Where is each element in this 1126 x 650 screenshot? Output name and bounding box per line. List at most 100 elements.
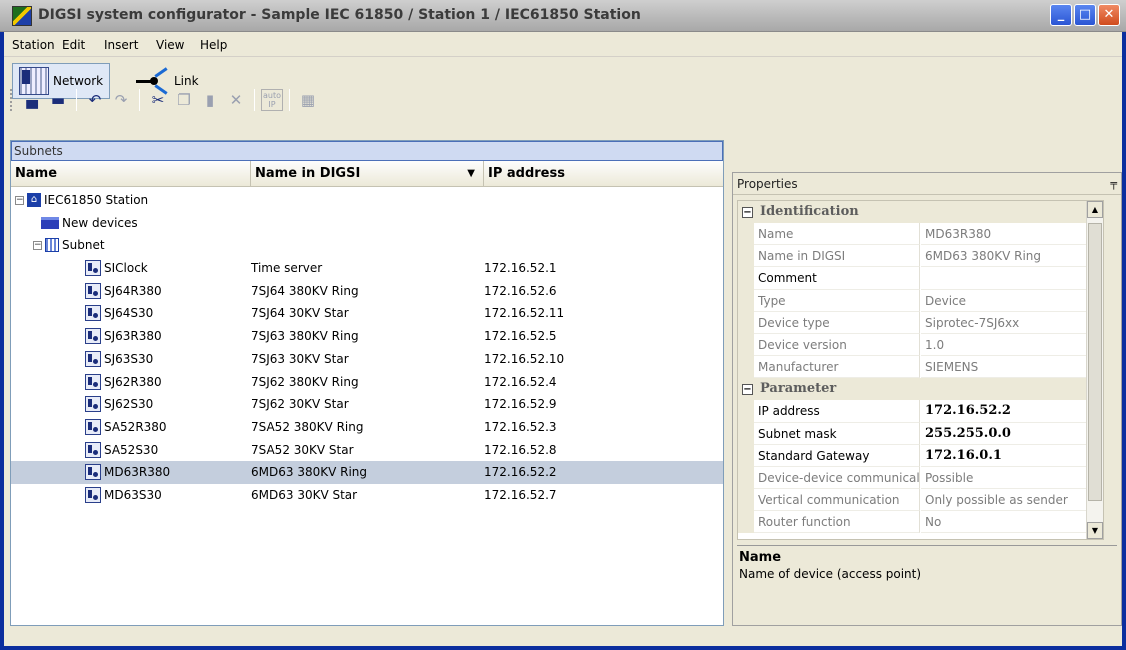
minimize-button[interactable]: _: [1050, 4, 1072, 26]
column-header-name[interactable]: Name: [11, 161, 251, 187]
category-identification[interactable]: − Identification: [738, 201, 1103, 223]
device-ip-address: 172.16.52.4: [484, 374, 557, 389]
grid-icon[interactable]: ▦: [296, 88, 320, 112]
property-value: Only possible as sender: [921, 489, 1103, 512]
property-row[interactable]: Device-device communical Possible: [738, 466, 1103, 490]
scroll-up-icon[interactable]: ▲: [1087, 201, 1103, 218]
device-ip-address: 172.16.52.5: [484, 329, 557, 344]
property-row[interactable]: Standard Gateway 172.16.0.1: [738, 444, 1103, 468]
property-row[interactable]: Type Device: [738, 289, 1103, 312]
property-key: Vertical communication: [754, 489, 920, 512]
pin-icon[interactable]: ╤: [1110, 173, 1117, 195]
device-name: SA52S30: [104, 442, 159, 457]
device-name: SJ62S30: [104, 397, 154, 412]
device-name: SJ64R380: [104, 283, 162, 298]
device-name: SA52R380: [104, 419, 167, 434]
copy-icon[interactable]: ❐: [172, 88, 196, 112]
device-row[interactable]: SIClock Time server 172.16.52.1: [11, 257, 723, 280]
tree-row-station[interactable]: − ⌂ IEC61850 Station: [11, 189, 723, 212]
device-row[interactable]: SJ64R380 7SJ64 380KV Ring 172.16.52.6: [11, 280, 723, 303]
close-button[interactable]: ✕: [1098, 4, 1120, 26]
redo-icon[interactable]: ↷: [109, 88, 133, 112]
toolbar-separator: [254, 89, 255, 111]
device-icon: [85, 282, 101, 299]
device-icon: [85, 305, 101, 322]
collapse-icon[interactable]: −: [742, 207, 753, 218]
property-value: 6MD63 380KV Ring: [921, 245, 1103, 268]
property-row[interactable]: Comment: [738, 267, 1103, 290]
device-row[interactable]: SJ62R380 7SJ62 380KV Ring 172.16.52.4: [11, 371, 723, 394]
property-row[interactable]: Manufacturer SIEMENS: [738, 356, 1103, 379]
maximize-button[interactable]: □: [1074, 4, 1096, 26]
tree-row-subnet[interactable]: − Subnet: [11, 234, 723, 257]
title-bar[interactable]: DIGSI system configurator - Sample IEC 6…: [0, 0, 1126, 32]
property-key: Subnet mask: [754, 422, 920, 445]
property-row[interactable]: Name MD63R380: [738, 223, 1103, 246]
column-header-ip-address[interactable]: IP address: [484, 161, 725, 187]
folder-icon: [41, 216, 59, 229]
device-name: SJ62R380: [104, 374, 162, 389]
property-value[interactable]: 255.255.0.0: [921, 423, 1103, 445]
property-row[interactable]: Subnet mask 255.255.0.0: [738, 422, 1103, 445]
column-header-name-in-digsi[interactable]: Name in DIGSI ▼: [251, 161, 484, 187]
property-value: Siprotec-7SJ6xx: [921, 312, 1103, 334]
delete-icon[interactable]: ✕: [224, 88, 248, 112]
property-value[interactable]: 172.16.0.1: [921, 445, 1103, 467]
scroll-down-icon[interactable]: ▼: [1087, 522, 1103, 539]
station-home-icon: ⌂: [27, 193, 41, 207]
cut-icon[interactable]: ✂: [146, 88, 170, 112]
toolbar-grip[interactable]: [10, 89, 14, 111]
device-row[interactable]: MD63S30 6MD63 30KV Star 172.16.52.7: [11, 484, 723, 507]
menu-insert[interactable]: Insert: [104, 38, 138, 52]
subnet-icon: [45, 238, 59, 253]
collapse-icon[interactable]: −: [33, 240, 42, 250]
category-parameter[interactable]: − Parameter: [738, 378, 1103, 401]
device-name: MD63S30: [104, 487, 162, 502]
property-row[interactable]: IP address 172.16.52.2: [738, 400, 1103, 423]
collapse-icon[interactable]: −: [742, 384, 753, 396]
property-row[interactable]: Device type Siprotec-7SJ6xx: [738, 311, 1103, 335]
paste-icon[interactable]: ▮: [198, 88, 222, 112]
device-ip-address: 172.16.52.8: [484, 442, 557, 457]
device-row[interactable]: SJ64S30 7SJ64 30KV Star 172.16.52.11: [11, 302, 723, 325]
tree-row-new-devices[interactable]: New devices: [11, 212, 723, 235]
save-icon[interactable]: ▄: [20, 88, 44, 112]
device-row[interactable]: SA52S30 7SA52 30KV Star 172.16.52.8: [11, 439, 723, 462]
property-value[interactable]: [921, 267, 1103, 290]
category-label: Identification: [760, 204, 859, 219]
device-row[interactable]: SJ63S30 7SJ63 30KV Star 172.16.52.10: [11, 348, 723, 371]
print-icon[interactable]: ▬: [46, 88, 70, 112]
device-row[interactable]: SA52R380 7SA52 380KV Ring 172.16.52.3: [11, 416, 723, 439]
property-key: Standard Gateway: [754, 444, 920, 467]
device-name-in-digsi: 7SJ63 380KV Ring: [251, 329, 359, 344]
undo-icon[interactable]: ↶: [83, 88, 107, 112]
property-value[interactable]: 172.16.52.2: [921, 400, 1103, 423]
property-row[interactable]: Vertical communication Only possible as s…: [738, 489, 1103, 512]
device-ip-address: 172.16.52.7: [484, 487, 557, 502]
property-key: Router function: [754, 511, 920, 534]
menu-view[interactable]: View: [156, 38, 184, 52]
subnets-pane: Subnets Name Name in DIGSI ▼ IP address …: [10, 140, 724, 626]
device-row[interactable]: SJ62S30 7SJ62 30KV Star 172.16.52.9: [11, 393, 723, 416]
menu-station[interactable]: Station: [12, 38, 55, 52]
device-name-in-digsi: 6MD63 30KV Star: [251, 487, 358, 502]
device-name-in-digsi: 7SA52 380KV Ring: [251, 419, 364, 434]
auto-ip-icon[interactable]: auto IP: [261, 89, 283, 111]
property-value: MD63R380: [921, 223, 1103, 246]
property-description: Name Name of device (access point): [737, 545, 1117, 621]
device-row-selected[interactable]: MD63R380 6MD63 380KV Ring 172.16.52.2: [11, 461, 723, 484]
collapse-icon[interactable]: −: [15, 195, 24, 205]
property-row[interactable]: Router function No: [738, 511, 1103, 534]
property-row[interactable]: Name in DIGSI 6MD63 380KV Ring: [738, 245, 1103, 268]
property-row[interactable]: Device version 1.0: [738, 333, 1103, 357]
device-row[interactable]: SJ63R380 7SJ63 380KV Ring 172.16.52.5: [11, 325, 723, 348]
menu-help[interactable]: Help: [200, 38, 227, 52]
device-name-in-digsi: 7SA52 30KV Star: [251, 442, 354, 457]
device-ip-address: 172.16.52.11: [484, 306, 565, 321]
property-grid-scrollbar[interactable]: ▲ ▼: [1086, 201, 1103, 539]
menu-edit[interactable]: Edit: [62, 38, 85, 52]
property-key: IP address: [754, 400, 920, 423]
property-key: Device type: [754, 311, 920, 334]
scroll-thumb[interactable]: [1088, 223, 1102, 501]
app-window: DIGSI system configurator - Sample IEC 6…: [0, 0, 1126, 650]
